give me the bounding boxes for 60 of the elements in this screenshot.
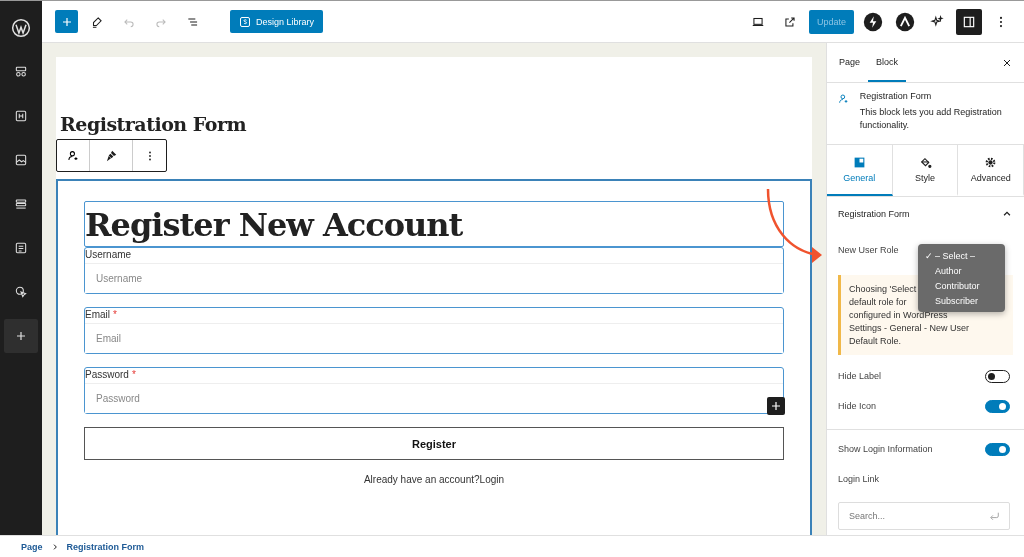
section-header[interactable]: Registration Form bbox=[827, 197, 1024, 231]
add-block-button[interactable] bbox=[767, 397, 785, 415]
toggle-label: Show Login Information bbox=[838, 444, 933, 454]
field-label: Login Link bbox=[838, 474, 880, 484]
form-field[interactable]: Email * Email bbox=[84, 307, 784, 354]
block-title: Registration Form bbox=[859, 91, 933, 101]
section-title: Registration Form bbox=[838, 209, 910, 219]
pencil-icon bbox=[90, 14, 104, 29]
sparkle-icon bbox=[930, 14, 944, 29]
toggle-label: Hide Label bbox=[838, 371, 882, 381]
field-label: New User Role bbox=[838, 245, 899, 255]
add-icon bbox=[15, 330, 27, 342]
document-icon bbox=[14, 241, 28, 255]
s-logo-icon bbox=[239, 15, 251, 28]
external-link-icon bbox=[782, 14, 797, 29]
settings-tab[interactable]: General bbox=[827, 145, 893, 196]
panel-tab[interactable]: Page bbox=[831, 43, 869, 82]
form-field[interactable]: Username Username bbox=[84, 247, 784, 294]
breadcrumb-link[interactable]: Page bbox=[21, 541, 43, 552]
pointer-icon bbox=[14, 285, 28, 299]
panel-tab[interactable]: Block bbox=[868, 43, 907, 82]
toggle-switch[interactable] bbox=[985, 399, 1010, 413]
register-button[interactable]: Register bbox=[84, 427, 784, 460]
wordpress-icon bbox=[11, 18, 31, 38]
layout-icon bbox=[14, 65, 28, 79]
notice-text: Choosing 'Select bbox=[849, 283, 917, 296]
settings-tab[interactable]: Advanced bbox=[958, 145, 1024, 196]
dropdown-option[interactable]: ✓ – Select – bbox=[918, 248, 1005, 263]
form-field[interactable]: Password * Password bbox=[84, 367, 784, 414]
design-library-button[interactable]: Design Library bbox=[230, 10, 324, 33]
square-icon bbox=[852, 156, 866, 169]
notice-text: configured in WordPress bbox=[849, 309, 948, 322]
add-icon bbox=[60, 15, 73, 28]
add-icon bbox=[770, 400, 782, 412]
settings-toggle-button[interactable] bbox=[956, 8, 982, 35]
bolt-icon bbox=[863, 11, 883, 32]
notice-text: Settings - General - New User bbox=[849, 322, 970, 335]
page-title: Registration Form bbox=[59, 113, 248, 137]
breadcrumb-link[interactable]: Registration Form bbox=[66, 541, 145, 552]
settings-tab[interactable]: Style bbox=[892, 145, 959, 196]
gear-icon bbox=[984, 156, 998, 169]
sidebar-icon bbox=[962, 14, 976, 29]
image-icon bbox=[14, 153, 28, 167]
toggle-switch[interactable] bbox=[985, 442, 1010, 456]
toggle-switch[interactable] bbox=[985, 369, 1010, 383]
peak-icon bbox=[895, 11, 915, 32]
search-field[interactable]: Search... bbox=[838, 502, 1010, 530]
heading-icon bbox=[14, 109, 28, 123]
notice-text: default role for bbox=[849, 296, 907, 309]
brush-icon bbox=[104, 148, 118, 163]
sections-icon bbox=[14, 197, 28, 211]
paint-bucket-icon bbox=[918, 156, 932, 169]
dropdown-option[interactable]: Contributor bbox=[918, 278, 1005, 293]
toggle-label: Hide Icon bbox=[838, 401, 877, 411]
dropdown-option[interactable]: Author bbox=[918, 263, 1005, 278]
notice-text: Default Role. bbox=[849, 335, 902, 348]
form-heading: Register New Account bbox=[84, 201, 784, 247]
dropdown-option[interactable]: Subscriber bbox=[918, 293, 1005, 308]
block-description: This block lets you add Registration functionality. bbox=[859, 106, 1003, 132]
login-prompt: Already have an account?Login bbox=[362, 474, 506, 485]
